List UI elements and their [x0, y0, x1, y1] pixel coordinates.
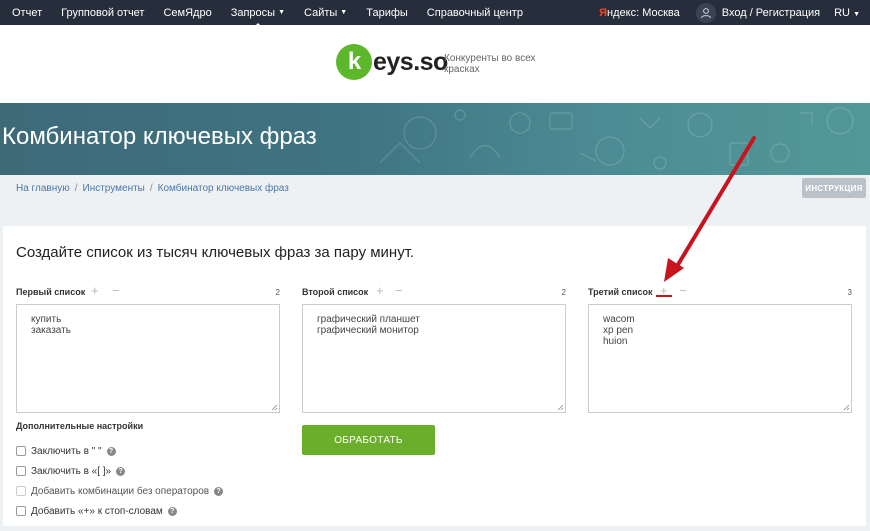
nav-item-tariffs[interactable]: Тарифы [366, 7, 408, 19]
caret-down-icon: ▼ [278, 9, 286, 16]
nav-item-help-center[interactable]: Справочный центр [427, 7, 523, 19]
nav-item-label: СемЯдро [163, 6, 212, 19]
checkbox[interactable] [16, 506, 26, 516]
list-header: Второй список + − 2 [302, 283, 566, 300]
checkbox[interactable] [16, 446, 26, 456]
question-icon[interactable]: ? [116, 466, 126, 476]
minus-icon[interactable]: − [679, 283, 687, 298]
plus-icon[interactable]: + [91, 283, 99, 298]
site-logo[interactable]: k eys.so [336, 44, 448, 80]
page-banner: Комбинатор ключевых фраз [0, 103, 870, 175]
list-column-second: Второй список + − 2 графический планшет … [302, 283, 566, 413]
nav-item-label: Справочный центр [426, 6, 523, 19]
caret-down-icon: ▼ [853, 10, 860, 18]
user-icon[interactable] [695, 2, 716, 23]
region-selector[interactable]: Яндекс: Москва [599, 7, 680, 19]
yandex-logo-letter: Я [599, 6, 608, 19]
list-label: Третий список [588, 287, 653, 297]
logo-text: eys.so [373, 47, 448, 76]
list-line: графический монитор [317, 325, 419, 336]
nav-item-label: Тарифы [366, 6, 408, 19]
nav-item-report[interactable]: Отчет [12, 7, 42, 19]
nav-item-semcore[interactable]: СемЯдро [163, 7, 211, 19]
top-nav: Отчет Групповой отчет СемЯдро Запросы ▼ С… [0, 0, 870, 27]
card-heading: Создайте список из тысяч ключевых фраз з… [16, 244, 415, 261]
nav-item-label: Запросы [230, 6, 276, 19]
nav-item-queries[interactable]: Запросы ▼ [230, 6, 286, 27]
breadcrumb-separator: / [149, 183, 153, 194]
option-label: Добавить комбинации без операторов [31, 485, 210, 497]
checkbox[interactable] [16, 466, 26, 476]
nav-right: Яндекс: Москва Вход / Регистрация RU ▼ [599, 0, 860, 25]
breadcrumb: На главную / Инструменты / Комбинатор ключ… [16, 183, 289, 194]
language-selector[interactable]: RU ▼ [834, 7, 860, 19]
region-label: ндекс: Москва [607, 6, 680, 19]
option-label: Добавить «+» к стоп-словам [31, 505, 163, 517]
list-line: xp pen [603, 325, 634, 336]
caret-down-icon: ▼ [340, 9, 348, 16]
question-icon[interactable]: ? [214, 486, 224, 496]
list-label: Второй список [302, 287, 369, 297]
logo-mark: k [336, 44, 372, 80]
process-button[interactable]: ОБРАБОТАТЬ [302, 425, 435, 455]
breadcrumb-tools[interactable]: Инструменты [83, 183, 145, 194]
list-column-third: Третий список + − 3 wacom xp pen huion [588, 283, 852, 413]
question-icon[interactable]: ? [167, 506, 177, 516]
option-wrap-quotes[interactable]: Заключить в " " ? [16, 441, 223, 461]
minus-icon[interactable]: − [112, 283, 120, 298]
resize-handle-icon[interactable] [843, 404, 850, 411]
nav-item-label: Отчет [12, 6, 43, 19]
list-header: Третий список + − 3 [588, 283, 852, 300]
plus-icon[interactable]: + [660, 283, 668, 298]
option-wrap-brackets[interactable]: Заключить в «[ ]» ? [16, 461, 223, 481]
nav-item-label: Групповой отчет [61, 6, 145, 19]
settings-title: Дополнительные настройки [16, 421, 144, 431]
list-textarea-third[interactable]: wacom xp pen huion [588, 304, 852, 413]
login-link[interactable]: Вход / Регистрация [722, 7, 820, 19]
instruction-button[interactable]: ИНСТРУКЦИЯ [802, 178, 866, 198]
list-count: 2 [275, 288, 280, 297]
list-textarea-second[interactable]: графический планшет графический монитор [302, 304, 566, 413]
breadcrumb-separator: / [74, 183, 78, 194]
logo-header: k eys.so Конкуренты во всех красках [0, 25, 870, 103]
list-line: заказать [31, 325, 71, 336]
breadcrumb-current[interactable]: Комбинатор ключевых фраз [158, 183, 289, 194]
list-line: купить [31, 314, 62, 325]
checkbox[interactable] [16, 486, 26, 496]
list-line: huion [603, 336, 628, 347]
list-count: 3 [847, 288, 852, 297]
plus-icon[interactable]: + [376, 283, 384, 298]
logo-tagline: Конкуренты во всех красках [444, 53, 536, 75]
list-count: 2 [561, 288, 566, 297]
resize-handle-icon[interactable] [557, 404, 564, 411]
option-add-without-operators[interactable]: Добавить комбинации без операторов ? [16, 481, 224, 501]
nav-item-label: Сайты [304, 6, 338, 19]
minus-icon[interactable]: − [395, 283, 403, 298]
list-label: Первый список [16, 287, 86, 297]
list-column-first: Первый список + − 2 купить заказать [16, 283, 280, 413]
resize-handle-icon[interactable] [271, 404, 278, 411]
page-title: Комбинатор ключевых фраз [2, 123, 317, 150]
additional-settings: Дополнительные настройки Заключить в " "… [16, 421, 224, 521]
language-label: RU [834, 6, 850, 19]
option-add-plus-stopwords[interactable]: Добавить «+» к стоп-словам ? [16, 501, 223, 521]
combinator-card: Создайте список из тысяч ключевых фраз з… [3, 226, 866, 526]
nav-item-sites[interactable]: Сайты ▼ [304, 7, 347, 19]
list-textarea-first[interactable]: купить заказать [16, 304, 280, 413]
breadcrumb-bar: На главную / Инструменты / Комбинатор ключ… [0, 175, 870, 203]
list-line: графический планшет [317, 314, 420, 325]
list-header: Первый список + − 2 [16, 283, 280, 300]
breadcrumb-home[interactable]: На главную [16, 183, 70, 194]
question-icon[interactable]: ? [106, 446, 116, 456]
list-line: wacom [603, 314, 635, 325]
option-label: Заключить в «[ ]» [31, 465, 112, 477]
nav-item-group-report[interactable]: Групповой отчет [61, 7, 144, 19]
option-label: Заключить в " " [31, 445, 102, 457]
